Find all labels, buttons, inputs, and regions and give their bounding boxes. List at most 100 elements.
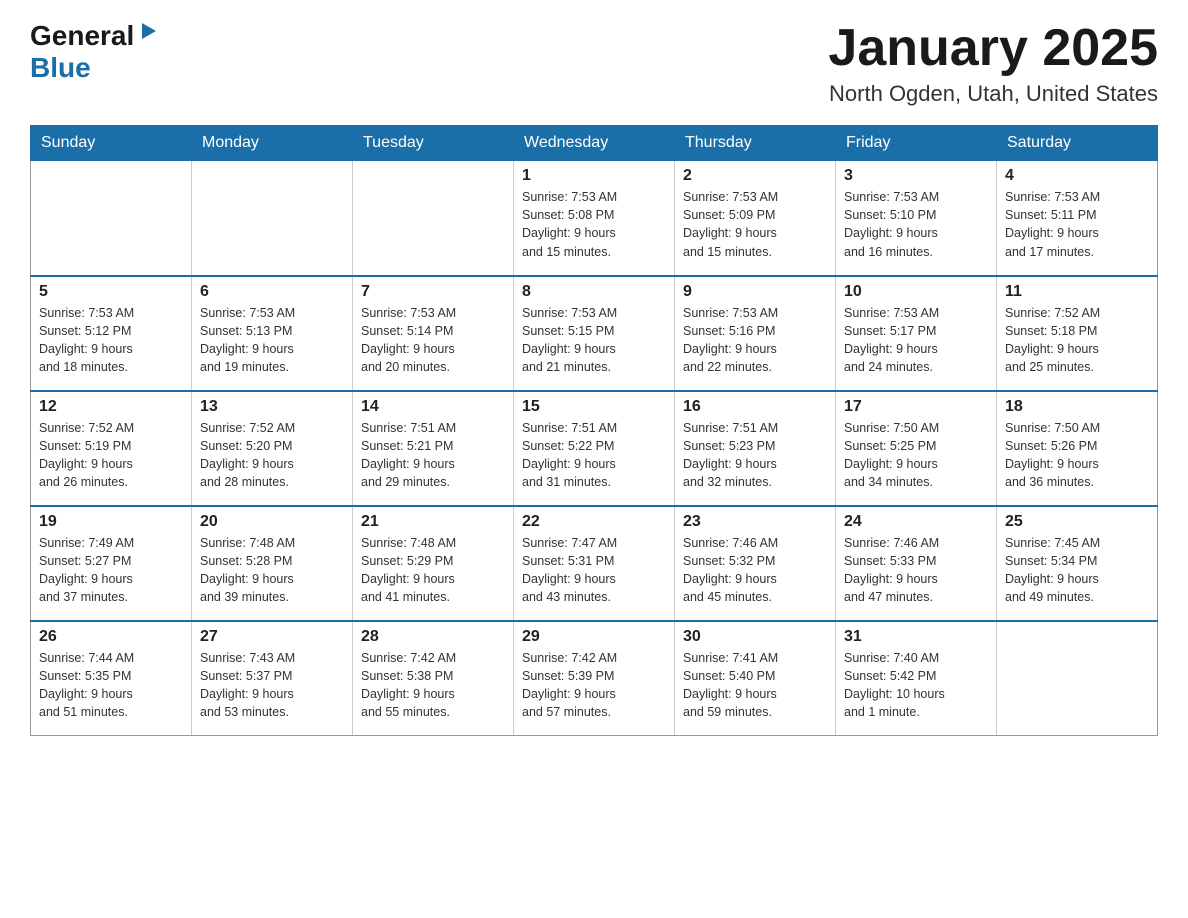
day-info: Sunrise: 7:52 AMSunset: 5:18 PMDaylight:…	[1005, 304, 1149, 377]
calendar-cell	[997, 621, 1158, 736]
day-number: 22	[522, 513, 666, 531]
calendar-cell	[353, 161, 514, 276]
logo: General Blue	[30, 20, 160, 84]
calendar-cell: 1 Sunrise: 7:53 AMSunset: 5:08 PMDaylight…	[514, 161, 675, 276]
calendar-cell: 26Sunrise: 7:44 AMSunset: 5:35 PMDayligh…	[31, 621, 192, 736]
day-info: Sunrise: 7:50 AMSunset: 5:26 PMDaylight:…	[1005, 419, 1149, 492]
day-header-thursday: Thursday	[675, 126, 836, 161]
day-number: 17	[844, 398, 988, 416]
day-info: Sunrise: 7:41 AMSunset: 5:40 PMDaylight:…	[683, 649, 827, 722]
day-info: Sunrise: 7:53 AMSunset: 5:15 PMDaylight:…	[522, 304, 666, 377]
day-number: 11	[1005, 283, 1149, 301]
calendar-cell: 4 Sunrise: 7:53 AMSunset: 5:11 PMDaylight…	[997, 161, 1158, 276]
calendar-cell: 15 Sunrise: 7:51 AMSunset: 5:22 PMDayligh…	[514, 391, 675, 506]
calendar-header-row: SundayMondayTuesdayWednesdayThursdayFrid…	[31, 126, 1158, 161]
day-number: 29	[522, 628, 666, 646]
day-info: Sunrise: 7:51 AMSunset: 5:21 PMDaylight:…	[361, 419, 505, 492]
day-number: 30	[683, 628, 827, 646]
calendar-cell: 14 Sunrise: 7:51 AMSunset: 5:21 PMDayligh…	[353, 391, 514, 506]
day-number: 15	[522, 398, 666, 416]
day-number: 28	[361, 628, 505, 646]
day-number: 5	[39, 283, 183, 301]
calendar-cell: 25 Sunrise: 7:45 AMSunset: 5:34 PMDayligh…	[997, 506, 1158, 621]
day-info: Sunrise: 7:43 AMSunset: 5:37 PMDaylight:…	[200, 649, 344, 722]
calendar-week-row: 19Sunrise: 7:49 AMSunset: 5:27 PMDayligh…	[31, 506, 1158, 621]
day-number: 12	[39, 398, 183, 416]
day-info: Sunrise: 7:48 AMSunset: 5:28 PMDaylight:…	[200, 534, 344, 607]
day-info: Sunrise: 7:53 AMSunset: 5:09 PMDaylight:…	[683, 188, 827, 261]
day-number: 3	[844, 167, 988, 185]
day-info: Sunrise: 7:46 AMSunset: 5:33 PMDaylight:…	[844, 534, 988, 607]
calendar-cell: 22 Sunrise: 7:47 AMSunset: 5:31 PMDayligh…	[514, 506, 675, 621]
calendar-cell: 28 Sunrise: 7:42 AMSunset: 5:38 PMDayligh…	[353, 621, 514, 736]
calendar-week-row: 5 Sunrise: 7:53 AMSunset: 5:12 PMDaylight…	[31, 276, 1158, 391]
logo-general: General	[30, 20, 134, 52]
day-number: 10	[844, 283, 988, 301]
day-number: 25	[1005, 513, 1149, 531]
day-number: 18	[1005, 398, 1149, 416]
day-header-wednesday: Wednesday	[514, 126, 675, 161]
day-info: Sunrise: 7:50 AMSunset: 5:25 PMDaylight:…	[844, 419, 988, 492]
day-info: Sunrise: 7:53 AMSunset: 5:11 PMDaylight:…	[1005, 188, 1149, 261]
day-number: 23	[683, 513, 827, 531]
calendar-week-row: 26Sunrise: 7:44 AMSunset: 5:35 PMDayligh…	[31, 621, 1158, 736]
calendar-cell: 13 Sunrise: 7:52 AMSunset: 5:20 PMDayligh…	[192, 391, 353, 506]
day-number: 4	[1005, 167, 1149, 185]
day-info: Sunrise: 7:53 AMSunset: 5:13 PMDaylight:…	[200, 304, 344, 377]
day-info: Sunrise: 7:45 AMSunset: 5:34 PMDaylight:…	[1005, 534, 1149, 607]
day-info: Sunrise: 7:47 AMSunset: 5:31 PMDaylight:…	[522, 534, 666, 607]
day-number: 2	[683, 167, 827, 185]
day-number: 14	[361, 398, 505, 416]
day-info: Sunrise: 7:42 AMSunset: 5:39 PMDaylight:…	[522, 649, 666, 722]
calendar-cell: 3 Sunrise: 7:53 AMSunset: 5:10 PMDaylight…	[836, 161, 997, 276]
day-number: 21	[361, 513, 505, 531]
calendar-cell: 18 Sunrise: 7:50 AMSunset: 5:26 PMDayligh…	[997, 391, 1158, 506]
day-info: Sunrise: 7:53 AMSunset: 5:10 PMDaylight:…	[844, 188, 988, 261]
calendar-cell	[31, 161, 192, 276]
day-number: 19	[39, 513, 183, 531]
day-header-saturday: Saturday	[997, 126, 1158, 161]
day-header-friday: Friday	[836, 126, 997, 161]
day-header-sunday: Sunday	[31, 126, 192, 161]
day-header-monday: Monday	[192, 126, 353, 161]
logo-arrow-icon	[138, 20, 160, 42]
day-number: 24	[844, 513, 988, 531]
day-info: Sunrise: 7:51 AMSunset: 5:23 PMDaylight:…	[683, 419, 827, 492]
day-info: Sunrise: 7:51 AMSunset: 5:22 PMDaylight:…	[522, 419, 666, 492]
calendar-cell: 16Sunrise: 7:51 AMSunset: 5:23 PMDayligh…	[675, 391, 836, 506]
day-number: 7	[361, 283, 505, 301]
day-info: Sunrise: 7:46 AMSunset: 5:32 PMDaylight:…	[683, 534, 827, 607]
calendar-cell: 31 Sunrise: 7:40 AMSunset: 5:42 PMDayligh…	[836, 621, 997, 736]
calendar-cell: 17 Sunrise: 7:50 AMSunset: 5:25 PMDayligh…	[836, 391, 997, 506]
day-number: 13	[200, 398, 344, 416]
day-info: Sunrise: 7:40 AMSunset: 5:42 PMDaylight:…	[844, 649, 988, 722]
calendar-cell: 29 Sunrise: 7:42 AMSunset: 5:39 PMDayligh…	[514, 621, 675, 736]
calendar-cell: 6 Sunrise: 7:53 AMSunset: 5:13 PMDaylight…	[192, 276, 353, 391]
day-info: Sunrise: 7:52 AMSunset: 5:20 PMDaylight:…	[200, 419, 344, 492]
day-info: Sunrise: 7:53 AMSunset: 5:08 PMDaylight:…	[522, 188, 666, 261]
day-number: 9	[683, 283, 827, 301]
day-info: Sunrise: 7:53 AMSunset: 5:14 PMDaylight:…	[361, 304, 505, 377]
calendar-cell: 11 Sunrise: 7:52 AMSunset: 5:18 PMDayligh…	[997, 276, 1158, 391]
day-info: Sunrise: 7:53 AMSunset: 5:12 PMDaylight:…	[39, 304, 183, 377]
day-number: 6	[200, 283, 344, 301]
day-number: 31	[844, 628, 988, 646]
day-number: 1	[522, 167, 666, 185]
day-info: Sunrise: 7:53 AMSunset: 5:16 PMDaylight:…	[683, 304, 827, 377]
calendar-cell	[192, 161, 353, 276]
calendar-cell: 23 Sunrise: 7:46 AMSunset: 5:32 PMDayligh…	[675, 506, 836, 621]
calendar-cell: 27 Sunrise: 7:43 AMSunset: 5:37 PMDayligh…	[192, 621, 353, 736]
page-header: General Blue January 2025 North Ogden, U…	[30, 20, 1158, 107]
title-section: January 2025 North Ogden, Utah, United S…	[828, 20, 1158, 107]
calendar-cell: 12Sunrise: 7:52 AMSunset: 5:19 PMDayligh…	[31, 391, 192, 506]
day-number: 27	[200, 628, 344, 646]
calendar-cell: 5 Sunrise: 7:53 AMSunset: 5:12 PMDaylight…	[31, 276, 192, 391]
day-header-tuesday: Tuesday	[353, 126, 514, 161]
calendar-cell: 21 Sunrise: 7:48 AMSunset: 5:29 PMDayligh…	[353, 506, 514, 621]
day-info: Sunrise: 7:48 AMSunset: 5:29 PMDaylight:…	[361, 534, 505, 607]
calendar-cell: 30 Sunrise: 7:41 AMSunset: 5:40 PMDayligh…	[675, 621, 836, 736]
calendar-cell: 24 Sunrise: 7:46 AMSunset: 5:33 PMDayligh…	[836, 506, 997, 621]
day-info: Sunrise: 7:42 AMSunset: 5:38 PMDaylight:…	[361, 649, 505, 722]
calendar-cell: 19Sunrise: 7:49 AMSunset: 5:27 PMDayligh…	[31, 506, 192, 621]
calendar-cell: 20Sunrise: 7:48 AMSunset: 5:28 PMDayligh…	[192, 506, 353, 621]
